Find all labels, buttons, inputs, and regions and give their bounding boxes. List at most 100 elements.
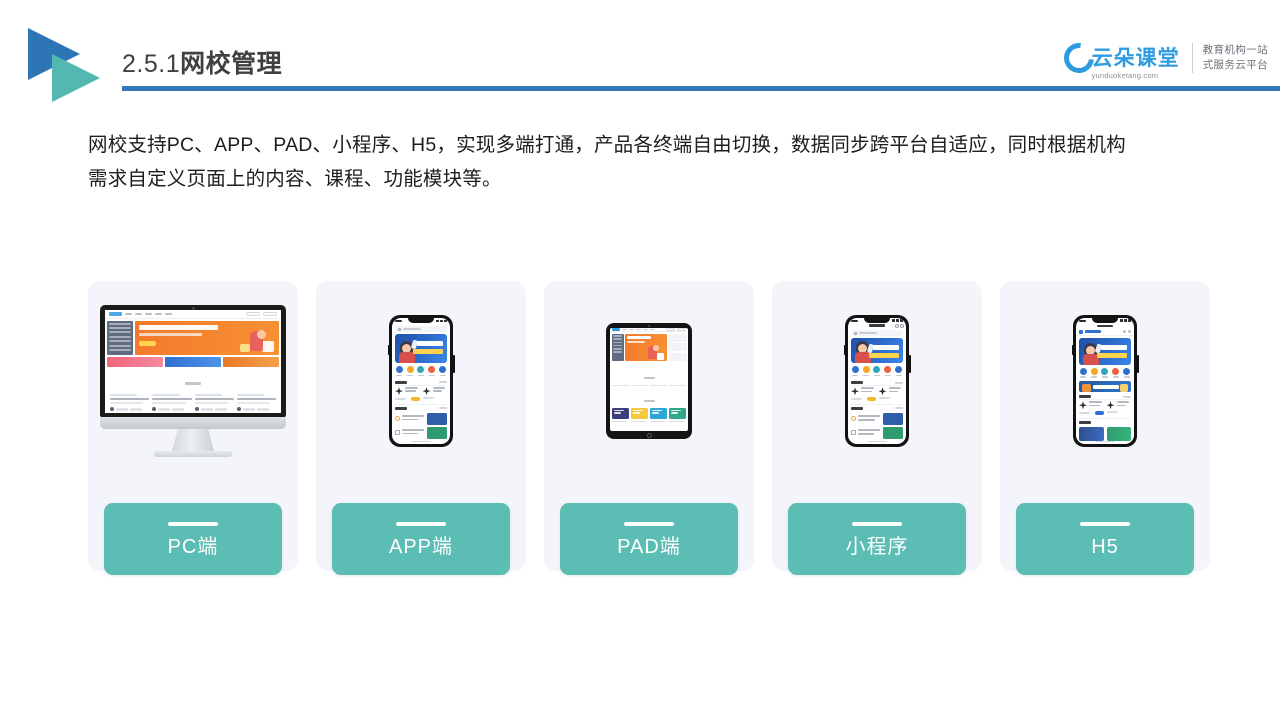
app-quick-icon-row bbox=[392, 363, 450, 378]
pc-banner-cta bbox=[139, 340, 156, 346]
pc-course-item bbox=[152, 393, 192, 411]
platform-label-pad[interactable]: PAD端 bbox=[560, 503, 738, 575]
notch bbox=[1092, 318, 1118, 323]
platform-label-text: H5 bbox=[1091, 535, 1119, 558]
h5-course-item bbox=[1106, 401, 1132, 415]
quick-icon-item bbox=[1101, 367, 1109, 378]
pc-promo-tile bbox=[223, 357, 279, 367]
device-mockup-h5 bbox=[1000, 281, 1210, 481]
app-search-bar[interactable] bbox=[395, 325, 447, 333]
pad-course-card bbox=[631, 408, 648, 423]
pc-register-button bbox=[263, 311, 277, 316]
pad-banner-illustration-icon bbox=[642, 344, 664, 360]
front-camera-icon bbox=[648, 325, 650, 327]
platform-card-app[interactable]: APP端 bbox=[316, 281, 526, 575]
course-thumbnail bbox=[427, 412, 447, 425]
pc-course-row bbox=[105, 392, 281, 413]
pad-section-heading bbox=[610, 364, 688, 385]
brand-divider bbox=[1191, 43, 1193, 73]
h5-screen-preview bbox=[1076, 318, 1134, 444]
course-thumbnail bbox=[883, 412, 903, 425]
h5-menu-icon[interactable] bbox=[1123, 330, 1126, 334]
miniprogram-phone-illustration bbox=[843, 315, 911, 447]
quick-icon-item bbox=[1079, 367, 1087, 378]
pc-banner-illustration-icon bbox=[236, 327, 274, 353]
platform-card-row: PC端 APP端 PAD端 小程序 H5 bbox=[88, 281, 1210, 575]
section-title: 网校管理 bbox=[180, 50, 283, 78]
quick-icon-item bbox=[884, 366, 892, 377]
imac-stand-base bbox=[154, 451, 232, 457]
pad-register-button bbox=[677, 328, 686, 331]
course-thumb-icon bbox=[1079, 401, 1087, 410]
pc-navbar bbox=[105, 310, 281, 319]
bullet-icon bbox=[851, 416, 856, 422]
imac-screen bbox=[100, 305, 286, 417]
device-mockup-miniprogram bbox=[772, 281, 982, 481]
miniprogram-search-bar[interactable] bbox=[851, 330, 903, 337]
home-button-icon bbox=[646, 432, 652, 438]
pc-course-item bbox=[236, 393, 276, 411]
iphone-illustration bbox=[387, 315, 455, 447]
app-course-list bbox=[392, 411, 450, 441]
course-thumb-icon bbox=[422, 387, 431, 396]
platform-card-miniprogram[interactable]: 小程序 bbox=[772, 281, 982, 575]
home-indicator bbox=[1095, 440, 1115, 443]
platform-card-pc[interactable]: PC端 bbox=[88, 281, 298, 575]
platform-label-text: 小程序 bbox=[845, 535, 909, 558]
h5-course-item bbox=[1079, 401, 1104, 415]
platform-label-text: PC端 bbox=[167, 535, 219, 558]
device-mockup-phone bbox=[316, 281, 526, 481]
pc-nav-item bbox=[165, 312, 172, 315]
quick-icon-item bbox=[395, 366, 403, 377]
platform-card-pad[interactable]: PAD端 bbox=[544, 281, 754, 575]
quick-icon-item bbox=[428, 366, 436, 377]
miniprogram-course-list bbox=[848, 411, 906, 441]
course-thumbnail bbox=[427, 426, 447, 439]
pc-promo-tile bbox=[165, 357, 221, 367]
course-thumbnail bbox=[883, 426, 903, 439]
pad-login-button bbox=[666, 328, 675, 331]
quick-icon-item bbox=[406, 366, 414, 377]
miniprogram-hot-course-grid bbox=[848, 385, 906, 401]
imac-chin bbox=[100, 417, 286, 429]
bullet-icon bbox=[851, 430, 856, 436]
app-course-item bbox=[422, 387, 448, 401]
quick-icon-item bbox=[895, 366, 903, 377]
h5-page-title bbox=[1097, 324, 1113, 328]
h5-brand-name bbox=[1085, 330, 1101, 334]
search-icon bbox=[398, 327, 401, 331]
app-course-list-item bbox=[395, 412, 447, 425]
label-accent-bar bbox=[852, 521, 902, 526]
platform-label-miniprogram[interactable]: 小程序 bbox=[788, 503, 966, 575]
h5-user-icon[interactable] bbox=[1128, 330, 1131, 334]
pc-login-button bbox=[246, 311, 260, 316]
platform-label-app[interactable]: APP端 bbox=[332, 503, 510, 575]
pad-hero-area bbox=[610, 332, 688, 362]
h5-brand-header bbox=[1076, 328, 1134, 336]
miniprogram-course-list-item bbox=[851, 412, 903, 425]
quick-icon-item bbox=[862, 366, 870, 377]
platform-label-h5[interactable]: H5 bbox=[1016, 503, 1194, 575]
section-number: 2.5.1 bbox=[122, 50, 181, 78]
app-course-item bbox=[395, 387, 420, 401]
miniprogram-capsule-button[interactable] bbox=[895, 323, 904, 328]
pad-course-card bbox=[612, 408, 629, 423]
h5-course-card bbox=[1079, 426, 1104, 441]
brand-tagline: 教育机构一站 式服务云平台 bbox=[1203, 43, 1268, 73]
pad-course-grid-row bbox=[610, 408, 688, 424]
app-course-list-item bbox=[395, 426, 447, 439]
miniprogram-course-item bbox=[851, 387, 876, 401]
quick-icon-item bbox=[439, 366, 447, 377]
h5-phone-illustration bbox=[1071, 315, 1139, 447]
miniprogram-hero-banner bbox=[851, 338, 903, 364]
pad-course-card bbox=[669, 408, 686, 423]
power-button-icon bbox=[1137, 355, 1139, 373]
label-accent-bar bbox=[168, 521, 218, 526]
pad-course-card bbox=[650, 408, 667, 423]
h5-course-card-row bbox=[1076, 425, 1134, 441]
pad-section-heading bbox=[610, 387, 688, 408]
miniprogram-title bbox=[869, 324, 885, 327]
platform-label-pc[interactable]: PC端 bbox=[104, 503, 282, 575]
pad-category-sidebar bbox=[611, 333, 624, 361]
platform-card-h5[interactable]: H5 bbox=[1000, 281, 1210, 575]
